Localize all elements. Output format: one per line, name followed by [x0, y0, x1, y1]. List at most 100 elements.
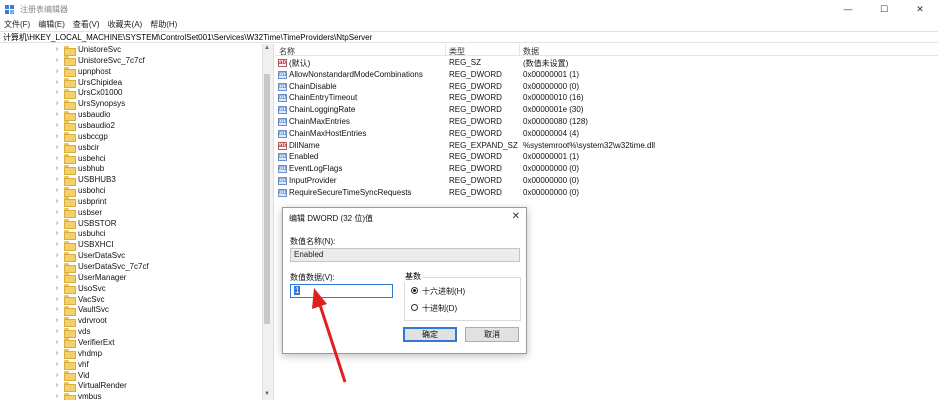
tree-item[interactable]: › VirtualRender	[52, 380, 127, 392]
chevron-right-icon[interactable]: ›	[52, 187, 62, 194]
decimal-radio-label[interactable]: 十进制(D)	[422, 303, 457, 314]
chevron-right-icon[interactable]: ›	[52, 111, 62, 118]
chevron-right-icon[interactable]: ›	[52, 328, 62, 335]
value-row[interactable]: 011 AllowNonstandardModeCombinations REG_D…	[275, 69, 938, 81]
tree-item[interactable]: › usbcir	[52, 142, 99, 154]
value-row[interactable]: ab DllName REG_EXPAND_SZ %systemroot%\syste…	[275, 140, 938, 152]
chevron-right-icon[interactable]: ›	[52, 176, 62, 183]
chevron-right-icon[interactable]: ›	[52, 361, 62, 368]
menu-view[interactable]: 查看(V)	[69, 19, 104, 30]
menu-favorites[interactable]: 收藏夹(A)	[104, 19, 147, 30]
tree-item[interactable]: › UserDataSvc	[52, 250, 125, 262]
hex-radio-label[interactable]: 十六进制(H)	[422, 286, 465, 297]
dialog-close-icon[interactable]: ✕	[512, 211, 520, 222]
tree-item[interactable]: › Vid	[52, 370, 89, 381]
chevron-right-icon[interactable]: ›	[52, 382, 62, 389]
tree-item[interactable]: › USBHUB3	[52, 174, 116, 186]
tree-item[interactable]: › usbser	[52, 207, 102, 219]
chevron-right-icon[interactable]: ›	[52, 220, 62, 227]
tree-item[interactable]: › UnistoreSvc	[52, 44, 121, 56]
tree-item[interactable]: › VaultSvc	[52, 304, 109, 316]
value-row[interactable]: 011 ChainDisable REG_DWORD 0x00000000 (0)	[275, 81, 938, 93]
value-row[interactable]: 011 ChainMaxHostEntries REG_DWORD 0x0000000…	[275, 128, 938, 140]
tree-item[interactable]: › upnphost	[52, 66, 111, 78]
tree-item[interactable]: › vhf	[52, 359, 89, 371]
menu-file[interactable]: 文件(F)	[0, 19, 34, 30]
tree-item[interactable]: › usbhub	[52, 163, 104, 175]
tree-item[interactable]: › UnistoreSvc_7c7cf	[52, 55, 145, 67]
tree-item[interactable]: › usbohci	[52, 185, 106, 197]
tree-item[interactable]: › vmbus	[52, 391, 102, 400]
minimize-button[interactable]: —	[830, 0, 866, 18]
chevron-right-icon[interactable]: ›	[52, 306, 62, 313]
close-button[interactable]: ✕	[902, 0, 938, 18]
decimal-radio[interactable]	[411, 304, 418, 311]
tree-item[interactable]: › usbprint	[52, 196, 106, 208]
tree-item[interactable]: › USBXHCI	[52, 239, 114, 251]
chevron-right-icon[interactable]: ›	[52, 79, 62, 86]
chevron-right-icon[interactable]: ›	[52, 133, 62, 140]
hex-radio[interactable]	[411, 287, 418, 294]
chevron-right-icon[interactable]: ›	[52, 263, 62, 270]
ok-button[interactable]: 确定	[403, 327, 457, 342]
chevron-right-icon[interactable]: ›	[52, 350, 62, 357]
tree-item[interactable]: › vds	[52, 326, 90, 338]
tree-scrollbar[interactable]: ▲ ▼	[262, 44, 271, 400]
column-header-name[interactable]: 名称	[279, 46, 295, 57]
chevron-right-icon[interactable]: ›	[52, 339, 62, 346]
chevron-right-icon[interactable]: ›	[52, 165, 62, 172]
value-row[interactable]: 011 ChainLoggingRate REG_DWORD 0x0000001e (…	[275, 104, 938, 116]
pane-splitter[interactable]	[271, 44, 274, 400]
menu-help[interactable]: 帮助(H)	[146, 19, 181, 30]
tree-item[interactable]: › UrsCx01000	[52, 87, 122, 99]
tree-item[interactable]: › UrsChipidea	[52, 77, 122, 89]
tree-item[interactable]: › usbuhci	[52, 228, 106, 240]
tree-item[interactable]: › USBSTOR	[52, 218, 117, 230]
tree-item[interactable]: › vhdmp	[52, 348, 102, 360]
value-row[interactable]: 011 InputProvider REG_DWORD 0x00000000 (0)	[275, 175, 938, 187]
chevron-right-icon[interactable]: ›	[52, 100, 62, 107]
value-row[interactable]: 011 ChainMaxEntries REG_DWORD 0x00000080 (1…	[275, 116, 938, 128]
tree-item[interactable]: › usbaudio2	[52, 120, 115, 132]
address-bar[interactable]: 计算机\HKEY_LOCAL_MACHINE\SYSTEM\ControlSet…	[0, 31, 938, 43]
tree-item[interactable]: › UserManager	[52, 272, 126, 284]
tree-item[interactable]: › UserDataSvc_7c7cf	[52, 261, 149, 273]
value-row[interactable]: 011 Enabled REG_DWORD 0x00000001 (1)	[275, 151, 938, 163]
value-data-input[interactable]: 1	[290, 284, 393, 298]
tree-item[interactable]: › usbccgp	[52, 131, 108, 143]
chevron-right-icon[interactable]: ›	[52, 122, 62, 129]
chevron-right-icon[interactable]: ›	[52, 241, 62, 248]
tree-item[interactable]: › vdrvroot	[52, 315, 107, 327]
tree-item[interactable]: › UsoSvc	[52, 283, 106, 295]
value-row[interactable]: ab (默认) REG_SZ (数值未设置)	[275, 57, 938, 69]
cancel-button[interactable]: 取消	[465, 327, 519, 342]
scroll-up-icon[interactable]: ▲	[263, 45, 271, 53]
chevron-right-icon[interactable]: ›	[52, 317, 62, 324]
chevron-right-icon[interactable]: ›	[52, 198, 62, 205]
chevron-right-icon[interactable]: ›	[52, 46, 62, 53]
column-header-type[interactable]: 类型	[449, 46, 465, 57]
chevron-right-icon[interactable]: ›	[52, 144, 62, 151]
chevron-right-icon[interactable]: ›	[52, 252, 62, 259]
chevron-right-icon[interactable]: ›	[52, 372, 62, 379]
tree-item[interactable]: › UrsSynopsys	[52, 98, 125, 110]
chevron-right-icon[interactable]: ›	[52, 393, 62, 400]
chevron-right-icon[interactable]: ›	[52, 57, 62, 64]
chevron-right-icon[interactable]: ›	[52, 230, 62, 237]
tree-item[interactable]: › usbaudio	[52, 109, 110, 121]
chevron-right-icon[interactable]: ›	[52, 296, 62, 303]
chevron-right-icon[interactable]: ›	[52, 155, 62, 162]
scrollbar-thumb[interactable]	[264, 74, 270, 324]
scroll-down-icon[interactable]: ▼	[263, 391, 271, 399]
tree-item[interactable]: › usbehci	[52, 153, 106, 164]
value-row[interactable]: 011 ChainEntryTimeout REG_DWORD 0x00000010 …	[275, 92, 938, 104]
chevron-right-icon[interactable]: ›	[52, 285, 62, 292]
value-row[interactable]: 011 RequireSecureTimeSyncRequests REG_DWOR…	[275, 187, 938, 199]
chevron-right-icon[interactable]: ›	[52, 209, 62, 216]
value-row[interactable]: 011 EventLogFlags REG_DWORD 0x00000000 (0)	[275, 163, 938, 175]
chevron-right-icon[interactable]: ›	[52, 274, 62, 281]
tree-item[interactable]: › VerifierExt	[52, 337, 114, 349]
column-header-data[interactable]: 数据	[523, 46, 539, 57]
chevron-right-icon[interactable]: ›	[52, 68, 62, 75]
maximize-button[interactable]: ☐	[866, 0, 902, 18]
